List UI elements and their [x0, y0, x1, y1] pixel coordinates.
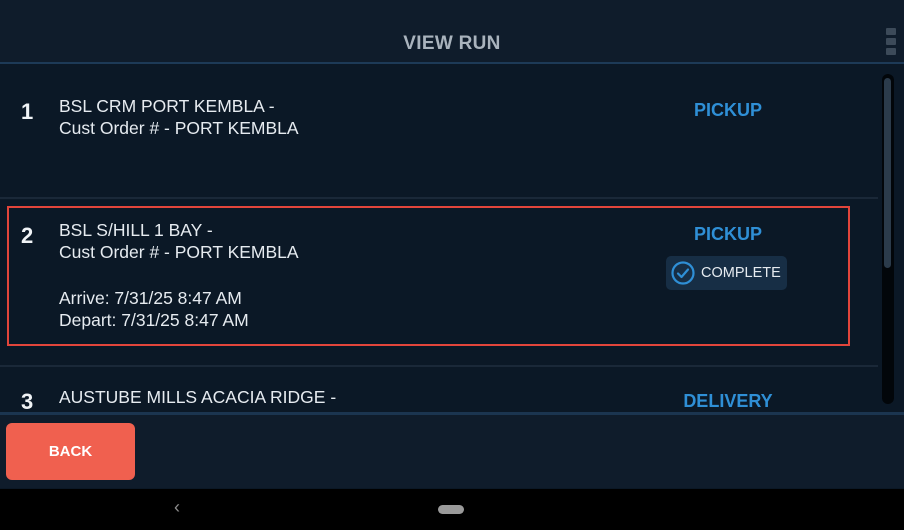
- app-header: VIEW RUN: [0, 0, 904, 64]
- stop-number: 1: [21, 99, 34, 124]
- check-circle-icon: [671, 261, 695, 285]
- nav-back-icon[interactable]: ‹: [174, 497, 180, 518]
- status-badge-label: COMPLETE: [701, 265, 781, 281]
- stop-type-label: DELIVERY: [683, 391, 773, 411]
- back-button[interactable]: BACK: [6, 423, 135, 480]
- footer-bar: [0, 415, 904, 488]
- stop-row-1[interactable]: 1 BSL CRM PORT KEMBLA - Cust Order # - P…: [0, 66, 878, 198]
- stop-location: AUSTUBE MILLS ACACIA RIDGE -: [59, 387, 337, 407]
- list-scrollbar[interactable]: [882, 74, 894, 404]
- stop-cust-order: Cust Order # - PORT KEMBLA: [59, 118, 299, 138]
- stop-location: BSL CRM PORT KEMBLA -: [59, 96, 275, 116]
- stop-number: 3: [21, 389, 34, 412]
- hamburger-menu-icon[interactable]: [886, 28, 896, 60]
- page-title: VIEW RUN: [403, 33, 501, 54]
- stop-row-3[interactable]: 3 AUSTUBE MILLS ACACIA RIDGE - DELIVERY: [0, 367, 878, 412]
- nav-home-pill-icon[interactable]: [438, 505, 464, 514]
- system-navigation-bar: ‹: [0, 489, 904, 530]
- scrollbar-thumb[interactable]: [884, 78, 891, 268]
- status-badge: COMPLETE: [666, 256, 787, 290]
- stop-type-label: PICKUP: [693, 100, 762, 120]
- run-stop-list[interactable]: 1 BSL CRM PORT KEMBLA - Cust Order # - P…: [0, 66, 878, 412]
